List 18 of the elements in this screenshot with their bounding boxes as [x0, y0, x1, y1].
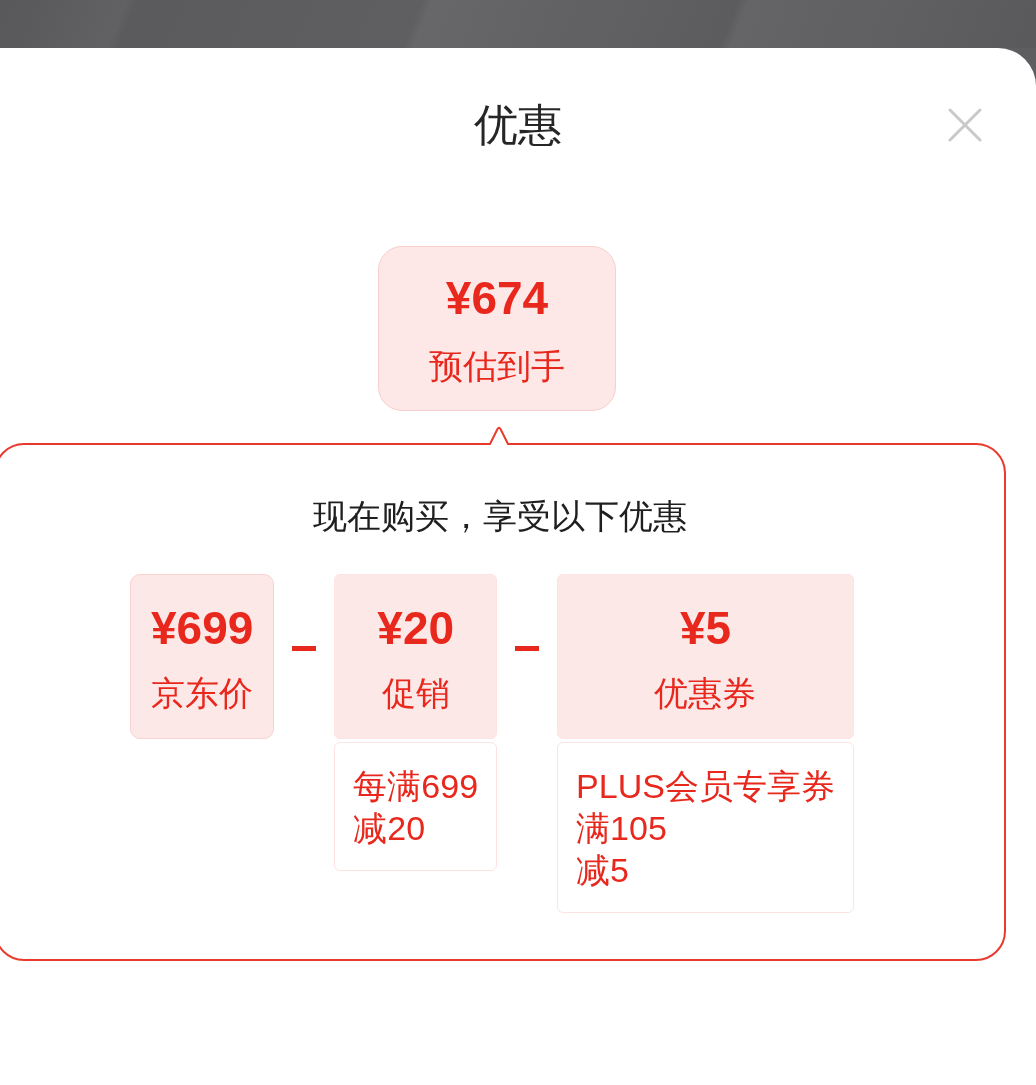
condition-text: 每满699: [353, 766, 479, 807]
minus-icon: [292, 646, 317, 651]
estimate-label: 预估到手: [428, 346, 566, 387]
price-amount: ¥699: [151, 602, 254, 654]
estimate-price: ¥674: [444, 271, 550, 326]
price-label: 促销: [380, 673, 451, 714]
price-amount: ¥20: [376, 602, 456, 654]
price-label: 优惠券: [653, 673, 758, 714]
minus-icon: [515, 646, 540, 651]
condition-text: 减20: [353, 808, 427, 849]
condition-text: PLUS会员专享券: [576, 766, 835, 807]
condition-text: 满105: [576, 808, 668, 849]
sheet-title: 优惠: [474, 99, 562, 151]
offers-headline: 现在购买，享受以下优惠: [312, 496, 688, 537]
condition-text: 减5: [576, 850, 630, 891]
close-icon[interactable]: [948, 108, 982, 142]
price-label: 京东价: [151, 673, 254, 714]
price-amount: ¥5: [678, 602, 733, 654]
